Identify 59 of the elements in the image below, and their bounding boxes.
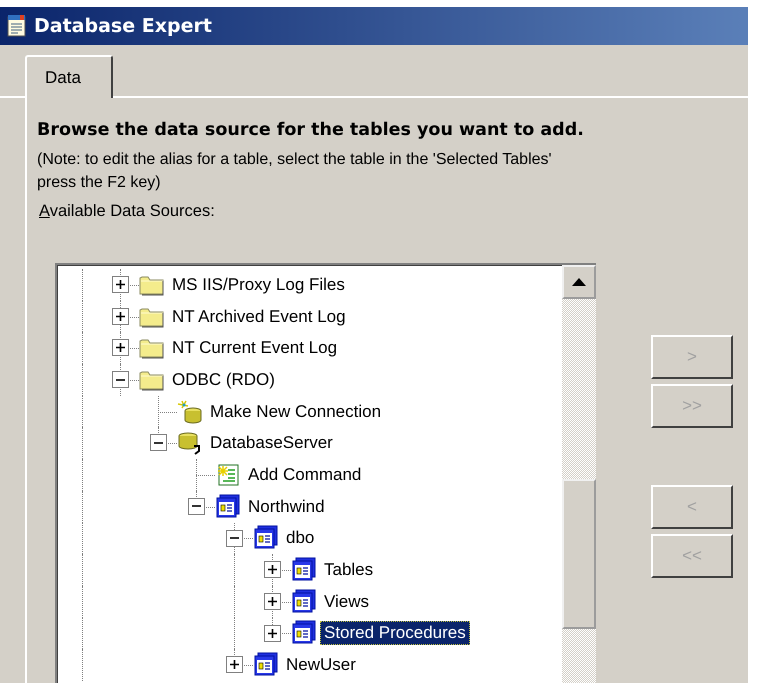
database-icon (253, 525, 279, 552)
window-title: Database Expert (34, 15, 212, 37)
plus-icon (116, 312, 125, 321)
database-icon (291, 620, 317, 646)
minus-icon (230, 537, 239, 539)
scroll-thumb[interactable] (562, 479, 596, 629)
folder-icon (139, 306, 165, 328)
tree-item[interactable]: Tables (320, 558, 378, 582)
tree-item[interactable]: Stored Procedures (320, 621, 470, 646)
tree-item[interactable]: dbo (282, 526, 318, 550)
tree-item[interactable]: NT Archived Event Log (168, 304, 350, 329)
minus-icon (154, 442, 163, 444)
expand-toggle[interactable] (112, 276, 129, 293)
up-arrow-icon (572, 278, 586, 286)
tree-item[interactable]: ODBC (RDO) (168, 368, 279, 392)
expand-toggle[interactable] (264, 561, 281, 578)
command-icon (215, 462, 241, 487)
tree-item[interactable]: Add Command (244, 462, 366, 487)
folder-icon (139, 368, 165, 391)
plus-icon (268, 565, 277, 574)
heading: Browse the data source for the tables you want to add. (37, 120, 585, 140)
plus-icon (230, 660, 239, 670)
scrollbar[interactable] (562, 265, 596, 683)
app-icon (6, 14, 28, 38)
tree-item[interactable]: Northwind (244, 494, 329, 519)
folder-icon (139, 274, 165, 296)
plus-icon (268, 628, 277, 638)
tree-item[interactable]: NewUser (282, 653, 360, 678)
database-icon (215, 494, 241, 520)
expand-toggle[interactable] (264, 624, 281, 642)
expand-toggle[interactable] (112, 308, 129, 325)
tree-item[interactable]: NT Current Event Log (168, 336, 342, 360)
minus-icon (192, 505, 201, 508)
plus-icon (116, 280, 125, 289)
minus-icon (116, 378, 125, 381)
tab[interactable]: Data (25, 55, 113, 98)
expand-toggle[interactable] (150, 434, 167, 452)
plus-icon (116, 343, 125, 352)
plus-icon (268, 596, 277, 606)
expand-toggle[interactable] (264, 592, 281, 610)
database-icon (291, 588, 317, 615)
scroll-up-button[interactable] (562, 265, 596, 299)
expand-toggle[interactable] (226, 656, 243, 674)
database-icon (253, 652, 279, 678)
database-icon (291, 557, 317, 584)
note-text: (Note: to edit the alias for a table, select the table in the 'Selected Tables' press the F2 key) (37, 150, 553, 193)
database-server-icon (177, 430, 203, 456)
tree-item[interactable]: Views (320, 590, 374, 614)
tree-item[interactable]: MS IIS/Proxy Log Files (168, 272, 349, 297)
tree-view[interactable]: MS IIS/Proxy Log Files NT Archived Event Log NT Current Event Log ODBC (RDO) Make New Connection DatabaseServer Add Command Northwind dbo Tables Views Stored Procedures NewUser (55, 263, 596, 683)
database-wizard-icon (177, 400, 203, 424)
expand-toggle[interactable] (188, 498, 205, 515)
folder-icon (139, 337, 165, 360)
expand-toggle[interactable] (226, 530, 243, 546)
expand-toggle[interactable] (112, 371, 129, 388)
field-label: Available Data Sources: (39, 202, 215, 221)
tree-item[interactable]: Make New Connection (206, 400, 386, 424)
expand-toggle[interactable] (112, 339, 129, 356)
tree-item[interactable]: DatabaseServer (206, 431, 337, 456)
